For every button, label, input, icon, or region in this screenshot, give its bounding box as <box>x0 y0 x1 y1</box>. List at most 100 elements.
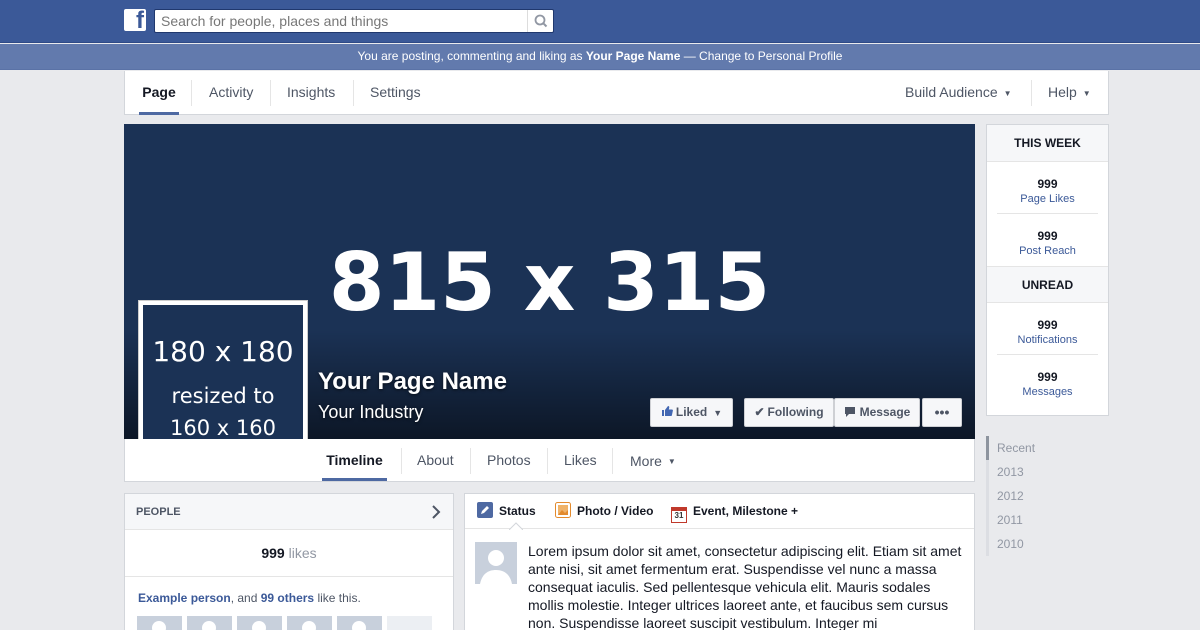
status-label: Status <box>499 504 536 518</box>
liked-label: Liked <box>675 405 708 419</box>
change-profile-link[interactable]: — Change to Personal Profile <box>684 49 843 63</box>
year-2010[interactable]: 2010 <box>986 532 1109 556</box>
page-likes-stat[interactable]: 999 Page Likes <box>997 162 1098 214</box>
divider <box>191 80 192 106</box>
caret-down-icon: ▼ <box>1082 88 1091 98</box>
divider <box>270 80 271 106</box>
notifications-stat[interactable]: 999 Notifications <box>997 303 1098 355</box>
following-button[interactable]: ✔ Following <box>744 398 834 427</box>
admin-tab-insights[interactable]: Insights <box>287 71 335 114</box>
like-this-text: like this. <box>317 591 361 605</box>
chevron-right-icon <box>432 505 441 519</box>
friend-avatar[interactable] <box>337 616 382 630</box>
post-reach-stat[interactable]: 999 Post Reach <box>997 214 1098 266</box>
admin-tab-activity[interactable]: Activity <box>209 71 253 114</box>
friend-avatar-empty <box>387 616 432 630</box>
friend-avatar[interactable] <box>137 616 182 630</box>
example-person-link[interactable]: Example person <box>138 591 231 605</box>
message-label: Message <box>859 405 911 419</box>
speech-bubble-icon <box>844 407 855 417</box>
divider <box>470 448 471 474</box>
search-icon <box>534 14 548 28</box>
page-title[interactable]: Your Page Name <box>318 368 507 396</box>
facebook-logo-icon[interactable]: f <box>124 9 146 31</box>
friend-avatar[interactable] <box>287 616 332 630</box>
profile-size-text: 180 x 180 <box>152 335 294 368</box>
more-dots-icon: ••• <box>934 404 950 420</box>
post-text: Lorem ipsum dolor sit amet, consectetur … <box>528 543 962 630</box>
year-recent[interactable]: Recent <box>986 436 1109 460</box>
help-label: Help <box>1048 84 1077 100</box>
notice-prefix: You are posting, commenting and liking a… <box>357 49 583 63</box>
build-audience-label: Build Audience <box>905 84 998 100</box>
thumbs-up-icon <box>661 406 673 416</box>
caret-down-icon: ▼ <box>667 457 676 467</box>
divider <box>401 448 402 474</box>
admin-bar: Page Activity Insights Settings Build Au… <box>124 71 1109 115</box>
others-link[interactable]: 99 others <box>261 591 314 605</box>
build-audience-menu[interactable]: Build Audience ▼ <box>905 71 1012 114</box>
profile-resize-line1: resized to <box>171 384 275 408</box>
unread-heading: UNREAD <box>987 266 1108 303</box>
post-reach-value: 999 <box>1037 229 1058 243</box>
person-silhouette-icon <box>352 621 366 630</box>
more-options-button[interactable]: ••• <box>922 398 962 427</box>
notifications-label: Notifications <box>1017 334 1078 346</box>
year-2012[interactable]: 2012 <box>986 484 1109 508</box>
profile-resize-text: resized to 160 x 160 <box>143 380 303 444</box>
friend-avatar[interactable] <box>187 616 232 630</box>
checkmark-icon: ✔ <box>754 405 765 419</box>
year-2013[interactable]: 2013 <box>986 460 1109 484</box>
tab-likes[interactable]: Likes <box>564 439 597 481</box>
message-button[interactable]: Message <box>834 398 920 427</box>
composer-tabs: Status Photo / Video 31 Event, Milestone … <box>465 494 974 530</box>
timeline-tabs: Timeline About Photos Likes More ▼ <box>124 439 975 482</box>
messages-label: Messages <box>1022 386 1073 398</box>
composer-tab-status[interactable]: Status <box>477 494 536 529</box>
page-likes-label: Page Likes <box>1020 193 1075 205</box>
tab-more[interactable]: More ▼ <box>630 440 676 482</box>
year-2011[interactable]: 2011 <box>986 508 1109 532</box>
photo-video-label: Photo / Video <box>577 504 654 518</box>
notice-page-name[interactable]: Your Page Name <box>586 49 680 63</box>
stats-panel: THIS WEEK 999 Page Likes 999 Post Reach … <box>986 124 1109 416</box>
top-bar: f <box>0 0 1200 43</box>
messages-stat[interactable]: 999 Messages <box>997 355 1098 407</box>
liked-button[interactable]: Liked ▼ <box>650 398 733 427</box>
tab-timeline[interactable]: Timeline <box>322 439 387 481</box>
people-title: PEOPLE <box>136 506 181 518</box>
calendar-day: 31 <box>674 511 684 520</box>
divider <box>353 80 354 106</box>
search-box <box>154 9 554 33</box>
and-text: , and <box>230 591 258 605</box>
help-menu[interactable]: Help ▼ <box>1048 71 1091 114</box>
timeline-year-nav: Recent 2013 2012 2011 2010 <box>986 436 1109 556</box>
notifications-value: 999 <box>1037 318 1058 332</box>
likes-word: likes <box>288 545 317 561</box>
post-reach-label: Post Reach <box>1019 245 1076 257</box>
people-heading[interactable]: PEOPLE <box>125 494 453 530</box>
person-silhouette-icon <box>152 621 166 630</box>
active-tab-pointer <box>509 522 523 530</box>
composer-tab-event[interactable]: 31 Event, Milestone + <box>671 494 798 529</box>
admin-tab-page[interactable]: Page <box>139 71 179 115</box>
search-button[interactable] <box>527 10 553 32</box>
event-label: Event, Milestone + <box>693 504 799 518</box>
caret-down-icon: ▼ <box>1003 88 1012 98</box>
pencil-icon <box>477 502 493 518</box>
tab-photos[interactable]: Photos <box>487 439 531 481</box>
messages-value: 999 <box>1037 370 1058 384</box>
search-input[interactable] <box>155 10 525 32</box>
composer-tab-photo-video[interactable]: Photo / Video <box>555 494 653 529</box>
friend-avatar[interactable] <box>237 616 282 630</box>
friends-like-text: Example person, and 99 others like this. <box>125 577 453 605</box>
divider <box>547 448 548 474</box>
posting-as-notice: You are posting, commenting and liking a… <box>0 44 1200 70</box>
admin-tab-settings[interactable]: Settings <box>370 71 421 114</box>
post-composer: Status Photo / Video 31 Event, Milestone … <box>464 493 975 630</box>
tab-about[interactable]: About <box>417 439 454 481</box>
tab-more-label: More <box>630 453 662 469</box>
avatar[interactable] <box>475 542 517 584</box>
page-industry: Your Industry <box>318 402 424 422</box>
caret-down-icon: ▼ <box>713 408 723 418</box>
